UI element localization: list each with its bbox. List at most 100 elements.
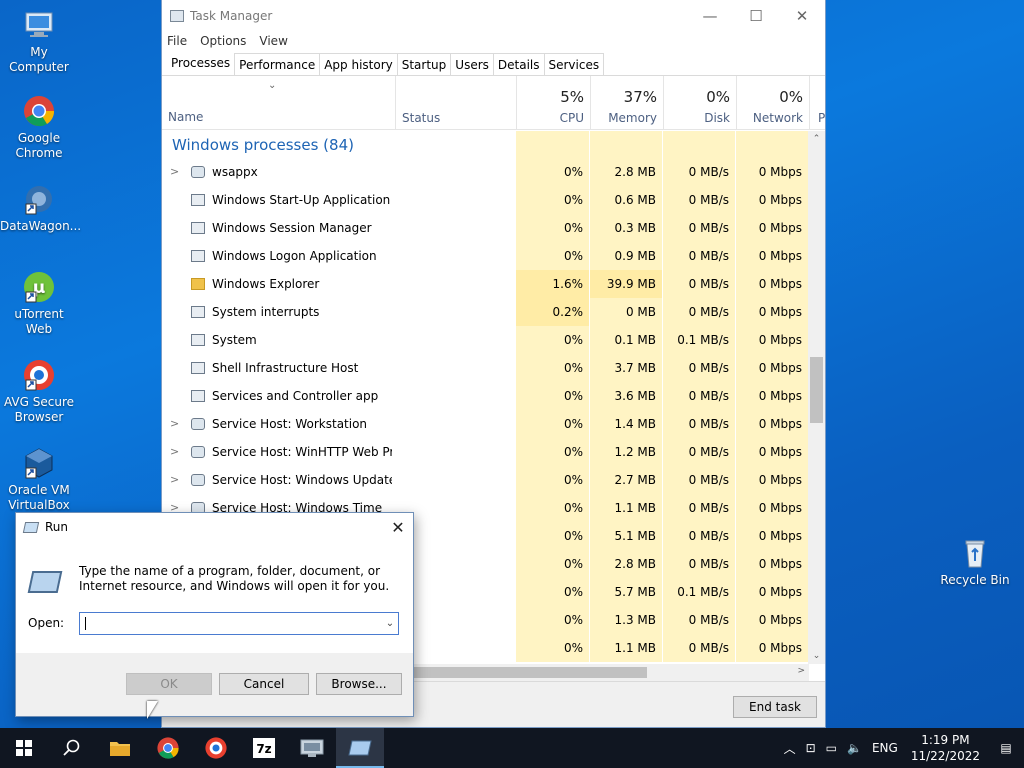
run-close-icon[interactable]: ✕	[383, 518, 413, 537]
column-disk-header[interactable]: 0% Disk	[663, 76, 736, 130]
network-icon[interactable]: ▭	[821, 741, 842, 755]
tab-processes[interactable]: Processes	[166, 50, 236, 75]
tab-users[interactable]: Users	[450, 53, 494, 75]
desktop-icon-utorrent[interactable]: µ uTorrent Web	[0, 270, 78, 337]
table-row[interactable]: Windows Logon Application 0% 0.9 MB 0 MB/s 0…	[162, 242, 809, 270]
start-button[interactable]	[0, 728, 48, 768]
cancel-button[interactable]: Cancel	[219, 673, 309, 695]
desktop-icon-label: uTorrent Web	[14, 307, 64, 336]
column-disk: Disk	[704, 111, 730, 125]
column-name[interactable]: Name	[168, 110, 203, 124]
process-name: System	[212, 333, 257, 347]
expand-chevron-icon[interactable]: >	[170, 445, 179, 458]
desktop-icon-my-computer[interactable]: My Computer	[0, 8, 78, 75]
scroll-thumb-horizontal[interactable]	[412, 667, 647, 678]
chevron-up-icon[interactable]: ︿	[779, 740, 801, 757]
table-row[interactable]: Services and Controller app 0% 3.6 MB 0 MB/…	[162, 382, 809, 410]
tab-app-history[interactable]: App history	[319, 53, 398, 75]
tab-services[interactable]: Services	[543, 53, 605, 75]
scroll-down-icon[interactable]: ⌄	[808, 651, 825, 661]
menu-view[interactable]: View	[259, 34, 287, 48]
tab-startup[interactable]: Startup	[396, 53, 452, 75]
disk-cell: 0 MB/s	[663, 298, 735, 326]
expand-chevron-icon[interactable]: >	[170, 417, 179, 430]
desktop-icon-datawagon[interactable]: DataWagon...	[0, 182, 81, 234]
recycle-bin-icon	[958, 536, 992, 570]
expand-chevron-icon[interactable]: >	[170, 165, 179, 178]
column-network-header[interactable]: 0% Network	[736, 76, 809, 130]
title-bar[interactable]: Task Manager — ☐ ✕	[162, 0, 825, 31]
end-task-button[interactable]: End task	[733, 696, 817, 718]
table-row[interactable]: > Service Host: WinHTTP Web Pro... 0%1.2 M…	[162, 438, 809, 466]
taskbar-7zip[interactable]: 7z	[240, 728, 288, 768]
maximize-button[interactable]: ☐	[733, 0, 779, 31]
menu-options[interactable]: Options	[200, 34, 246, 48]
table-row[interactable]: Shell Infrastructure Host 0% 3.7 MB 0 MB/s 0…	[162, 354, 809, 382]
cpu-cell: 0.2%	[516, 298, 589, 326]
memory-cell: 2.8 MB	[590, 550, 662, 578]
table-row[interactable]: > wsappx 0% 2.8 MB 0 MB/s 0 Mbps	[162, 158, 809, 186]
clock-date: 11/22/2022	[910, 749, 980, 763]
column-network: Network	[752, 111, 803, 125]
taskbar-file-explorer[interactable]	[96, 728, 144, 768]
run-title-bar[interactable]: Run ✕	[16, 513, 413, 541]
close-button[interactable]: ✕	[779, 0, 825, 31]
desktop-icon-google-chrome[interactable]: Google Chrome	[0, 94, 78, 161]
column-power-header[interactable]: P	[809, 76, 825, 130]
desktop-icon-recycle-bin[interactable]: Recycle Bin	[936, 536, 1014, 588]
memory-cell: 0.1 MB	[590, 326, 662, 354]
menu-bar: File Options View	[162, 31, 825, 51]
search-button[interactable]	[48, 728, 96, 768]
table-row[interactable]: System interrupts 0.2% 0 MB 0 MB/s 0 Mbps	[162, 298, 809, 326]
taskbar-run[interactable]	[336, 728, 384, 768]
disk-cell: 0 MB/s	[663, 438, 735, 466]
volume-icon[interactable]: 🔈	[842, 741, 867, 755]
scroll-thumb[interactable]	[810, 357, 823, 423]
tab-performance[interactable]: Performance	[234, 53, 321, 75]
language-indicator[interactable]: ENG	[867, 741, 903, 755]
column-memory-header[interactable]: 37% Memory	[590, 76, 663, 130]
desktop-icon-avg-browser[interactable]: AVG Secure Browser	[0, 358, 78, 425]
vertical-scrollbar[interactable]: ⌃ ⌄	[808, 131, 825, 664]
taskbar-avg-browser[interactable]	[192, 728, 240, 768]
taskbar-remote-desktop[interactable]	[288, 728, 336, 768]
browse-button[interactable]: Browse...	[316, 673, 402, 695]
process-icon	[191, 306, 205, 318]
network-cell: 0 Mbps	[736, 438, 808, 466]
expand-chevron-icon[interactable]: >	[170, 473, 179, 486]
ok-button[interactable]: OK	[126, 673, 212, 695]
table-row[interactable]: Windows Session Manager 0% 0.3 MB 0 MB/s 0 M…	[162, 214, 809, 242]
action-center-icon[interactable]: ▤	[988, 741, 1024, 755]
task-manager-icon	[170, 9, 184, 22]
table-row[interactable]: > Service Host: Windows Update 0% 2.7 MB 0 M…	[162, 466, 809, 494]
taskbar-chrome[interactable]	[144, 728, 192, 768]
chevron-down-icon[interactable]: ⌄	[382, 613, 398, 634]
disk-cell: 0 MB/s	[663, 382, 735, 410]
start-icon	[16, 740, 32, 756]
notification-area-icon[interactable]: ⊡	[801, 741, 821, 755]
table-row[interactable]: > Service Host: Workstation 0% 1.4 MB 0 MB/s…	[162, 410, 809, 438]
disk-cell: 0 MB/s	[663, 158, 735, 186]
tab-details[interactable]: Details	[492, 53, 545, 75]
network-cell: 0 Mbps	[736, 522, 808, 550]
process-icon	[191, 222, 205, 234]
scroll-right-icon[interactable]: >	[797, 666, 805, 676]
open-input[interactable]	[79, 612, 399, 635]
column-cpu-header[interactable]: 5% CPU	[516, 76, 590, 130]
menu-file[interactable]: File	[167, 34, 187, 48]
table-row[interactable]: Windows Start-Up Application 0% 0.6 MB 0 MB…	[162, 186, 809, 214]
disk-cell: 0 MB/s	[663, 606, 735, 634]
desktop-icon-virtualbox[interactable]: Oracle VM VirtualBox	[0, 446, 78, 513]
table-row[interactable]: Windows Explorer 1.6% 39.9 MB 0 MB/s 0 Mbps	[162, 270, 809, 298]
network-cell: 0 Mbps	[736, 326, 808, 354]
process-icon	[191, 334, 205, 346]
disk-cell: 0 MB/s	[663, 270, 735, 298]
column-header: ⌄ Name Status 5% CPU 37% Memory 0% Disk …	[162, 76, 825, 130]
column-status-header[interactable]: Status	[395, 76, 516, 130]
clock[interactable]: 1:19 PM 11/22/2022	[903, 732, 988, 764]
desktop-icon-label: Recycle Bin	[940, 573, 1010, 587]
network-cell: 0 Mbps	[736, 242, 808, 270]
scroll-up-icon[interactable]: ⌃	[808, 134, 825, 144]
table-row[interactable]: System 0% 0.1 MB 0.1 MB/s 0 Mbps	[162, 326, 809, 354]
minimize-button[interactable]: —	[687, 0, 733, 31]
